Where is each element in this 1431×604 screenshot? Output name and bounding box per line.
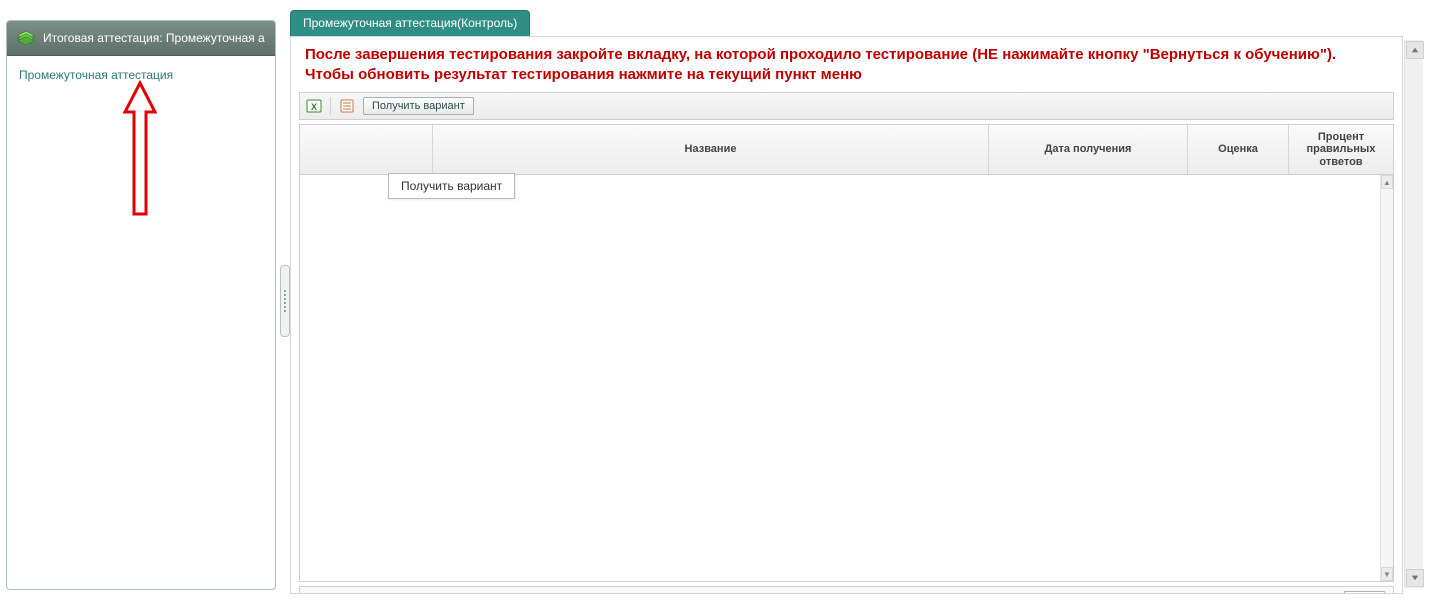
scroll-down-icon[interactable]: [1406, 569, 1424, 587]
grid-header-row: Название Дата получения Оценка Процент п…: [300, 125, 1393, 176]
warning-banner: После завершения тестирования закройте в…: [291, 37, 1402, 92]
grid-scrollbar[interactable]: ▲ ▼: [1380, 175, 1393, 581]
excel-export-icon[interactable]: X: [306, 98, 322, 114]
tab-strip: Промежуточная аттестация(Контроль): [290, 10, 1423, 36]
tab-intermediate-attestation-control[interactable]: Промежуточная аттестация(Контроль): [290, 10, 530, 36]
pager-first-icon[interactable]: «: [1228, 591, 1246, 594]
grid-col-name: Название: [433, 125, 989, 175]
results-grid: Название Дата получения Оценка Процент п…: [299, 124, 1394, 583]
content-frame: После завершения тестирования закройте в…: [290, 36, 1403, 594]
sidebar-panel: Итоговая аттестация: Промежуточная а Про…: [6, 20, 276, 590]
get-variant-button[interactable]: Получить вариант: [363, 97, 474, 115]
split-handle[interactable]: [280, 265, 290, 337]
app-logo-icon: [15, 27, 37, 49]
grid-body: Получить вариант ▲ ▼: [300, 175, 1393, 581]
toolbar-separator: [330, 97, 331, 115]
grid-scroll-down-icon[interactable]: ▼: [1381, 567, 1393, 581]
svg-text:X: X: [311, 102, 317, 112]
get-variant-tooltip: Получить вариант: [388, 173, 515, 199]
grid-col-grade: Оценка: [1188, 125, 1289, 175]
grid-col-percent: Процент правильных ответов: [1289, 125, 1393, 175]
sidebar-title: Итоговая аттестация: Промежуточная а: [43, 31, 265, 45]
grid-scroll-up-icon[interactable]: ▲: [1381, 175, 1393, 189]
grid-toolbar: X Получить вариант: [299, 92, 1394, 120]
scroll-up-icon[interactable]: [1406, 41, 1424, 59]
pager-prev-icon[interactable]: ‹: [1252, 591, 1270, 594]
main-area: Промежуточная аттестация(Контроль) После…: [290, 10, 1423, 594]
grid-col-date: Дата получения: [989, 125, 1188, 175]
page-size-select[interactable]: 102050100: [1344, 591, 1385, 594]
sidebar-header: Итоговая аттестация: Промежуточная а: [7, 21, 275, 56]
page-scrollbar[interactable]: [1404, 40, 1423, 588]
sidebar-tree: Промежуточная аттестация: [7, 56, 275, 94]
pager-last-icon[interactable]: »: [1320, 591, 1338, 594]
grid-footer: 0 - 0 of 0 results « ‹ 1 › » 102050100: [299, 586, 1394, 594]
pager-next-icon[interactable]: ›: [1296, 591, 1314, 594]
print-icon[interactable]: [339, 98, 355, 114]
grid-col-index: [300, 125, 433, 175]
sidebar-item-intermediate-attestation[interactable]: Промежуточная аттестация: [19, 66, 263, 84]
pager: « ‹ 1 › » 102050100: [1228, 591, 1385, 594]
